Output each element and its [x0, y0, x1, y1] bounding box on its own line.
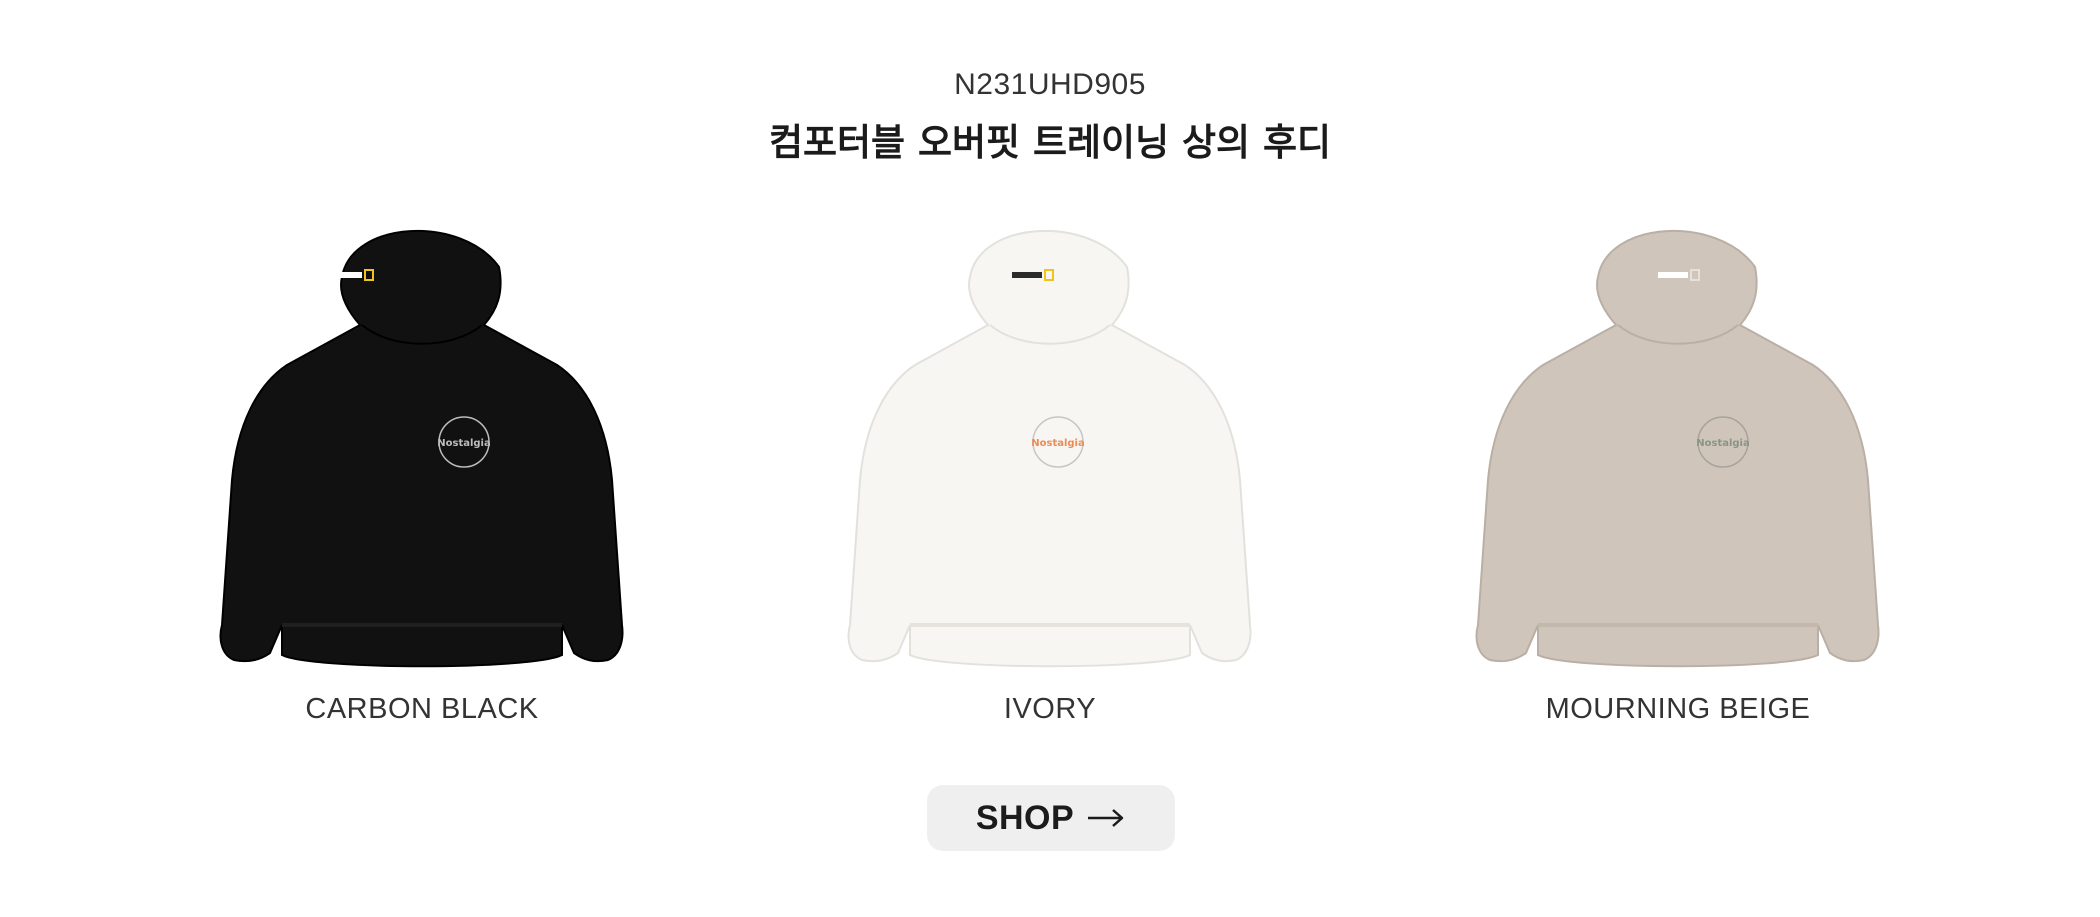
arrow-right-icon	[1088, 809, 1124, 827]
color-label: IVORY	[1003, 693, 1097, 725]
svg-text:Nostalgia: Nostalgia	[1696, 438, 1749, 449]
hoodie-shape	[1475, 230, 1880, 668]
product-image[interactable]: Nostalgia	[212, 215, 632, 675]
shop-button-label: SHOP	[975, 798, 1075, 837]
color-label: MOURNING BEIGE	[1545, 693, 1811, 725]
product-code: N231UHD905	[954, 68, 1146, 101]
product-card-ivory[interactable]: Nostalgia IVORY	[840, 215, 1260, 735]
svg-text:Nostalgia: Nostalgia	[1031, 438, 1084, 449]
product-card-mourning-beige[interactable]: Nostalgia MOURNING BEIGE	[1468, 215, 1888, 735]
product-card-carbon-black[interactable]: Nostalgia CARBON BLACK	[212, 215, 632, 735]
svg-text:Nostalgia: Nostalgia	[437, 438, 490, 449]
hoodie-shape	[219, 230, 624, 668]
shop-button[interactable]: SHOP	[927, 785, 1175, 851]
product-image[interactable]: Nostalgia	[840, 215, 1260, 675]
color-options: Nostalgia CARBON BLACK Nostalgia IVORY N…	[0, 215, 2100, 735]
product-image[interactable]: Nostalgia	[1468, 215, 1888, 675]
color-label: CARBON BLACK	[305, 693, 539, 725]
product-title: 컴포터블 오버핏 트레이닝 상의 후디	[768, 121, 1332, 164]
